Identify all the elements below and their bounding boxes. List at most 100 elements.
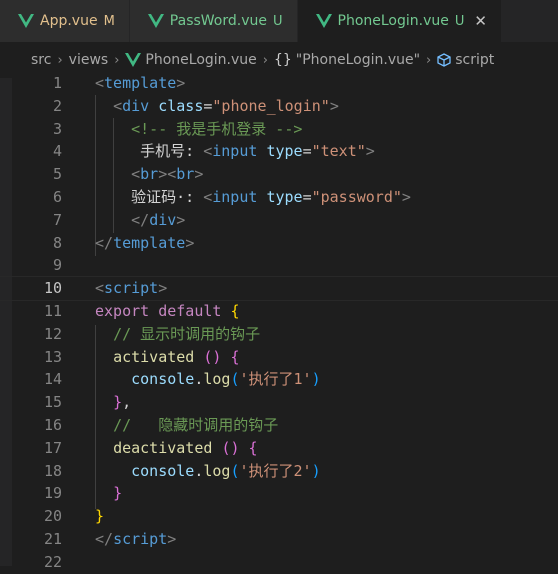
code-token: // 隐藏时调用的钩子 [113, 416, 279, 434]
code-editor[interactable]: 1 <template> 2 <div class="phone_login"> 3 … [0, 72, 558, 571]
code-text: deactivated () { [95, 437, 258, 460]
code-line[interactable]: 6 验证码·: <input type="password"> [0, 186, 558, 209]
code-token: log [203, 461, 231, 480]
code-token: = [302, 142, 312, 161]
breadcrumb-views[interactable]: views [69, 52, 109, 68]
line-number: 5 [52, 165, 62, 184]
breadcrumb-src[interactable]: src [31, 52, 51, 68]
code-token: 验证码·: [95, 188, 204, 206]
code-line[interactable]: 10 <script> [0, 276, 558, 302]
code-token: > [176, 210, 186, 229]
code-line[interactable]: 22 [0, 551, 558, 574]
code-line[interactable]: 3 <!-- 我是手机登录 --> [0, 118, 558, 141]
tab-label: App.vue [40, 13, 98, 29]
code-token: class [158, 96, 204, 115]
code-text: 手机号: <input type="text"> [95, 140, 375, 163]
git-status-badge: U [272, 13, 283, 29]
breadcrumb-section[interactable]: "PhoneLogin.vue" [296, 52, 420, 68]
code-line[interactable]: 12 // 显示时调用的钩子 [0, 323, 558, 346]
code-line[interactable]: 7 </div> [0, 209, 558, 232]
chevron-right-icon: › [57, 52, 63, 68]
code-text: <script> [95, 277, 167, 300]
code-line[interactable]: 1 <template> [0, 72, 558, 95]
code-token: script [113, 530, 168, 548]
code-token: { [248, 438, 258, 457]
vue-file-icon [18, 14, 34, 28]
code-line[interactable]: 13 activated () { [0, 346, 558, 369]
code-line[interactable]: 5 <br><br> [0, 163, 558, 186]
line-number: 11 [43, 302, 62, 320]
code-token: < [203, 142, 213, 161]
code-token: export [95, 302, 150, 320]
code-token: >< [158, 165, 177, 184]
code-line[interactable]: 8 </template> [0, 232, 558, 255]
vue-file-icon [147, 14, 164, 28]
line-number: 9 [52, 256, 62, 275]
code-text: 验证码·: <input type="password"> [95, 186, 411, 209]
close-icon[interactable]: ✕ [474, 12, 487, 30]
code-token: </ [95, 530, 114, 548]
code-token: { [230, 302, 240, 320]
code-token: "text" [311, 142, 366, 161]
code-text: </div> [95, 209, 185, 232]
code-token: input [212, 188, 258, 206]
code-text: <!-- 我是手机登录 --> [95, 118, 302, 141]
code-token: log [203, 370, 231, 389]
code-line[interactable]: 15 }, [0, 391, 558, 414]
tab-phonelogin-vue[interactable]: PhoneLogin.vue U ✕ [297, 0, 502, 42]
code-token: < [95, 279, 105, 298]
vue-file-icon [315, 14, 332, 28]
line-number: 6 [52, 188, 62, 206]
code-token: ( [230, 370, 240, 389]
code-token: input [212, 142, 258, 161]
code-line[interactable]: 4 手机号: <input type="text"> [0, 140, 558, 163]
code-line[interactable]: 20} [0, 505, 558, 528]
tab-password-vue[interactable]: PassWord.vue U [129, 0, 298, 42]
code-line[interactable]: 9 [0, 254, 558, 277]
code-token: script [104, 279, 159, 298]
breadcrumb-symbol[interactable]: script [455, 52, 494, 68]
code-text: </template> [95, 232, 194, 255]
code-text: }, [95, 391, 131, 414]
code-line[interactable]: 16 // 隐藏时调用的钩子 [0, 414, 558, 437]
code-token: } [113, 484, 123, 503]
code-token: } [113, 393, 123, 412]
code-token: { [230, 347, 240, 366]
code-token: ) [311, 461, 321, 480]
breadcrumb-file[interactable]: PhoneLogin.vue [145, 52, 256, 68]
code-text: <template> [95, 72, 185, 95]
code-line[interactable]: 21 </script> [0, 528, 558, 551]
code-line[interactable]: 2 <div class="phone_login"> [0, 95, 558, 118]
code-token: default [158, 302, 222, 320]
code-line[interactable]: 18 console.log('执行了2') [0, 460, 558, 483]
code-token: > [158, 279, 168, 298]
code-line[interactable]: 19 } [0, 482, 558, 505]
code-line[interactable]: 11 export default { [0, 300, 558, 323]
code-line[interactable]: 17 deactivated () { [0, 437, 558, 460]
code-token: // 显示时调用的钩子 [113, 324, 261, 343]
code-token: < [113, 96, 123, 115]
line-number: 14 [43, 370, 62, 389]
code-text: } [95, 505, 104, 528]
code-token: > [167, 530, 177, 548]
code-token: > [365, 142, 375, 161]
line-number: 10 [43, 279, 62, 298]
code-text: export default { [95, 300, 240, 323]
code-token: , [122, 393, 132, 412]
code-line[interactable]: 14 console.log('执行了1') [0, 368, 558, 391]
tab-app-vue[interactable]: App.vue M [0, 0, 130, 42]
code-text: // 隐藏时调用的钩子 [95, 414, 278, 437]
braces-icon: {} [273, 52, 292, 68]
line-number: 3 [52, 119, 62, 138]
code-token: console [131, 461, 195, 480]
code-token: template [104, 74, 177, 92]
